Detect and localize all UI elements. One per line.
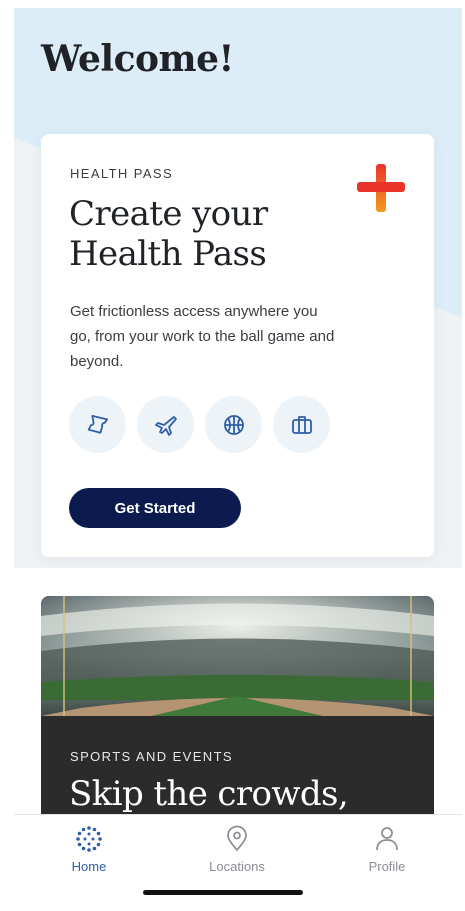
home-indicator[interactable] (143, 890, 303, 895)
sports-card-eyebrow: SPORTS AND EVENTS (70, 749, 233, 764)
ticket-icon-circle (69, 396, 126, 453)
sports-events-card[interactable]: SPORTS AND EVENTS Skip the crowds, (41, 596, 434, 826)
feature-icon-row (69, 396, 330, 453)
sports-card-title: Skip the crowds, (69, 774, 349, 814)
briefcase-icon (291, 415, 312, 434)
card-description: Get frictionless access anywhere you go,… (70, 303, 335, 370)
card-title-line-2: Health Pass (69, 234, 267, 274)
airplane-icon (154, 415, 177, 436)
basketball-icon (223, 414, 244, 435)
tab-home-label: Home (71, 859, 107, 874)
person-icon (376, 827, 398, 851)
health-pass-card[interactable]: HEALTH PASS Create your Health Pass Get … (41, 134, 434, 557)
basketball-icon-circle (205, 396, 262, 453)
briefcase-icon-circle (273, 396, 330, 453)
card-title: Create your Health Pass (69, 194, 369, 274)
card-eyebrow: HEALTH PASS (70, 166, 174, 181)
card-title-line-1: Create your (69, 194, 268, 234)
tab-profile-label: Profile (368, 859, 406, 874)
tab-locations-label: Locations (209, 859, 265, 874)
tab-home[interactable]: Home (29, 825, 149, 874)
stadium-image (41, 596, 434, 716)
airplane-icon-circle (137, 396, 194, 453)
location-pin-icon (227, 825, 247, 852)
tab-profile[interactable]: Profile (327, 825, 447, 874)
get-started-button[interactable]: Get Started (69, 488, 241, 528)
page-title: Welcome! (41, 38, 234, 80)
ticket-icon (87, 414, 108, 434)
home-dots-icon (76, 826, 102, 852)
tab-locations[interactable]: Locations (177, 825, 297, 874)
screen: Welcome! HEALTH PASS Create your Health … (14, 8, 462, 906)
